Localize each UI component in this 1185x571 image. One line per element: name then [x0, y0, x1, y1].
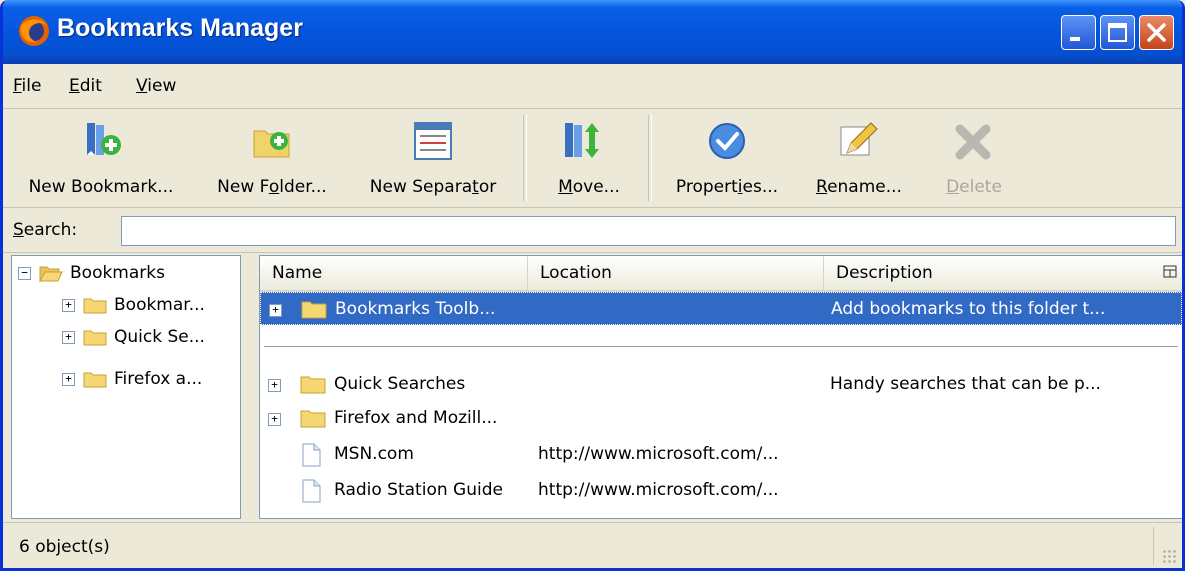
checkmark-icon	[709, 123, 745, 159]
new-separator-button[interactable]: New Separator	[353, 109, 513, 207]
maximize-icon	[1108, 23, 1127, 42]
bookmarks-manager-window: Bookmarks Manager File Edit View New Boo…	[0, 0, 1185, 571]
list-row[interactable]: + Firefox and Mozill...	[260, 402, 1182, 435]
minimize-icon	[1070, 37, 1080, 41]
menu-bar: File Edit View	[3, 64, 1182, 109]
properties-label: Properties...	[675, 177, 779, 197]
close-icon	[1147, 23, 1166, 42]
list-row[interactable]: + Quick Searches Handy searches that can…	[260, 368, 1182, 401]
tree-item[interactable]: + Quick Se...	[62, 322, 205, 352]
maximize-button[interactable]	[1100, 15, 1135, 50]
firefox-icon	[19, 16, 49, 46]
tree-item-bookmarks-root[interactable]: − Bookmarks	[18, 258, 165, 288]
separator-row[interactable]	[264, 346, 1178, 347]
new-folder-label: New Folder...	[217, 177, 327, 197]
delete-icon	[955, 124, 991, 160]
tree-item[interactable]: + Firefox a...	[62, 364, 202, 394]
folder-icon	[300, 410, 326, 428]
delete-button[interactable]: Delete	[929, 109, 1019, 207]
folder-icon	[83, 372, 107, 388]
toolbar-separator	[648, 115, 652, 201]
new-folder-button[interactable]: New Folder...	[203, 109, 341, 207]
list-header: Name Location Description	[260, 256, 1182, 292]
search-input[interactable]	[121, 216, 1176, 246]
toolbar: New Bookmark... New Folder... New Separa…	[3, 109, 1182, 208]
status-text: 6 object(s)	[19, 537, 110, 557]
pane-splitter[interactable]	[243, 255, 257, 517]
status-divider	[1153, 527, 1154, 565]
expand-icon[interactable]: +	[62, 372, 75, 386]
column-header-name[interactable]: Name	[260, 256, 528, 290]
menu-view[interactable]: View	[136, 76, 176, 96]
title-bar[interactable]: Bookmarks Manager	[3, 0, 1182, 64]
collapse-icon[interactable]: −	[18, 266, 31, 280]
column-header-location[interactable]: Location	[528, 256, 824, 290]
status-bar: 6 object(s)	[3, 522, 1182, 568]
move-button[interactable]: Move...	[539, 109, 639, 207]
list-row[interactable]: MSN.com http://www.microsoft.com/...	[260, 438, 1182, 471]
list-row[interactable]: Radio Station Guide http://www.microsoft…	[260, 474, 1182, 507]
expand-icon[interactable]: +	[268, 413, 281, 426]
window-title: Bookmarks Manager	[57, 14, 303, 42]
move-label: Move...	[558, 177, 620, 197]
folder-tree[interactable]: − Bookmarks + Bookmar... + Quick Se... +…	[11, 255, 241, 519]
folder-icon	[300, 376, 326, 394]
close-button[interactable]	[1139, 15, 1174, 50]
folder-icon	[301, 301, 327, 319]
new-folder-icon	[253, 130, 290, 158]
expand-icon[interactable]: +	[268, 379, 281, 392]
column-header-description[interactable]: Description	[824, 256, 1144, 290]
folder-open-icon	[39, 266, 63, 282]
page-icon	[302, 479, 321, 503]
expand-icon[interactable]: +	[62, 330, 75, 344]
menu-edit[interactable]: Edit	[69, 76, 102, 96]
search-label: Search:	[13, 220, 78, 240]
bookmark-list[interactable]: Name Location Description + Bookmarks To…	[259, 255, 1182, 519]
toolbar-separator	[523, 115, 527, 201]
menu-file[interactable]: File	[13, 76, 41, 96]
rename-button[interactable]: Rename...	[799, 109, 919, 207]
new-separator-label: New Separator	[369, 177, 497, 197]
expand-icon[interactable]: +	[62, 298, 75, 312]
search-bar: Search:	[3, 208, 1182, 253]
new-bookmark-icon	[87, 123, 121, 155]
pencil-icon	[840, 122, 878, 156]
new-separator-icon	[414, 122, 452, 160]
expand-icon[interactable]: +	[269, 304, 282, 317]
tree-item[interactable]: + Bookmar...	[62, 290, 205, 320]
delete-label: Delete	[946, 177, 1002, 197]
resize-grip-icon[interactable]	[1162, 549, 1176, 563]
column-picker-icon[interactable]	[1162, 264, 1178, 280]
minimize-button[interactable]	[1061, 15, 1096, 50]
list-row[interactable]: + Bookmarks Toolb... Add bookmarks to th…	[260, 292, 1182, 325]
folder-icon	[83, 330, 107, 346]
move-icon	[565, 123, 599, 158]
properties-button[interactable]: Properties...	[659, 109, 795, 207]
rename-label: Rename...	[816, 177, 902, 197]
new-bookmark-button[interactable]: New Bookmark...	[9, 109, 193, 207]
folder-icon	[83, 298, 107, 314]
page-icon	[302, 443, 321, 467]
